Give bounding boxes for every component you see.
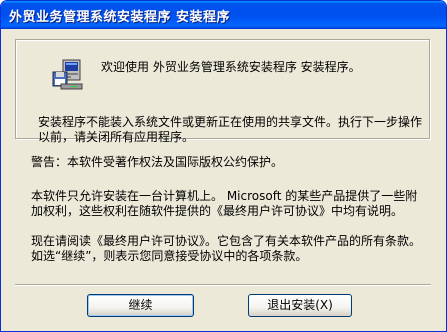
title-bar[interactable]: 外贸业务管理系统安装程序 安装程序 xyxy=(1,1,446,29)
installer-dialog: 外贸业务管理系统安装程序 安装程序 欢迎使用 外贸业务管理系统安装程序 安装程序… xyxy=(0,0,447,332)
window-title: 外贸业务管理系统安装程序 安装程序 xyxy=(9,10,231,25)
welcome-text: 欢迎使用 外贸业务管理系统安装程序 安装程序。 xyxy=(101,60,361,74)
welcome-group: 欢迎使用 外贸业务管理系统安装程序 安装程序。 安装程序不能装入系统文件或更新正… xyxy=(15,39,430,144)
setup-computer-icon xyxy=(52,59,83,90)
license-instructions: 现在请阅读《最终用户许可协议》。它包含了有关本软件产品的所有条款。如选“继续”，… xyxy=(31,234,422,263)
license-note: 本软件只允许安装在一台计算机上。 Microsoft 的某些产品提供了一些附加权… xyxy=(31,189,418,218)
dialog-content: 欢迎使用 外贸业务管理系统安装程序 安装程序。 安装程序不能装入系统文件或更新正… xyxy=(4,29,443,329)
close-apps-warning: 安装程序不能装入系统文件或更新正在使用的共享文件。执行下一步操作以前，请关闭所有… xyxy=(38,115,423,144)
separator xyxy=(15,284,431,286)
continue-button[interactable]: 继续 xyxy=(87,294,194,317)
copyright-warning: 警告：本软件受著作权法及国际版权公约保护。 xyxy=(31,155,284,169)
exit-setup-button[interactable]: 退出安装(X) xyxy=(248,294,352,317)
